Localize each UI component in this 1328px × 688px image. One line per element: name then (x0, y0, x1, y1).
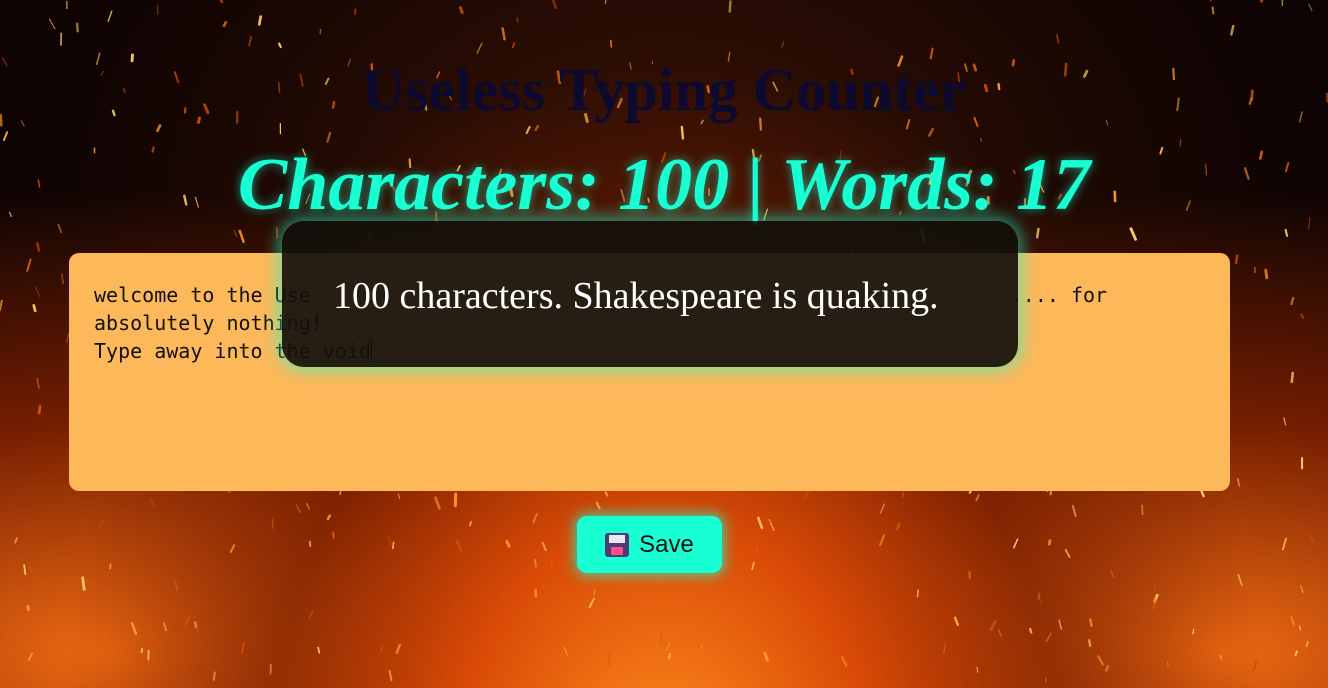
save-button[interactable]: Save (577, 516, 722, 573)
toast-message: 100 characters. Shakespeare is quaking. (282, 221, 1018, 367)
page-title: Useless Typing Counter (361, 57, 967, 123)
floppy-disk-icon (605, 532, 630, 557)
character-word-counter: Characters: 100 | Words: 17 (237, 144, 1091, 226)
save-button-label: Save (639, 530, 694, 558)
